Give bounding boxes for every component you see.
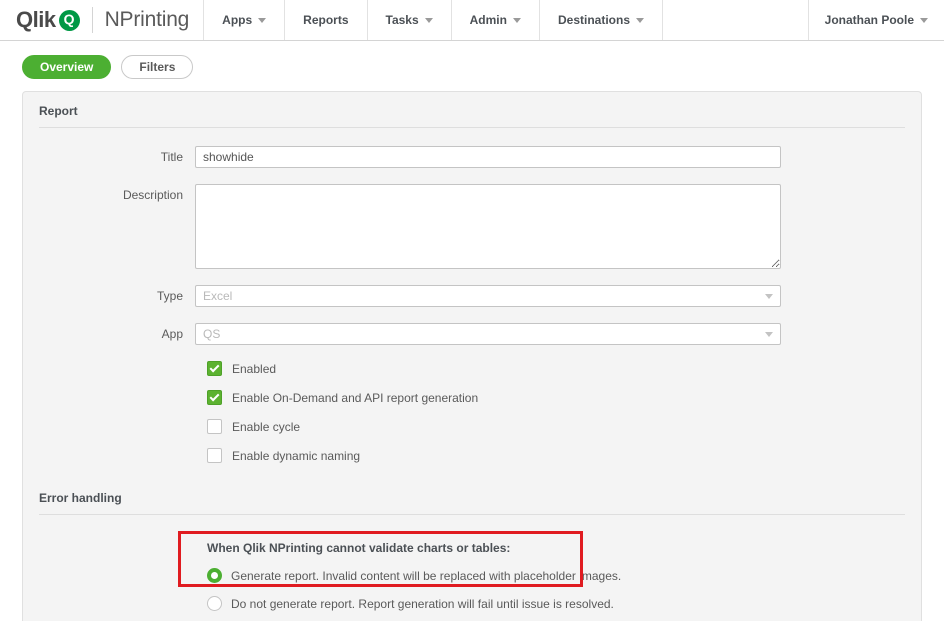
nav-item-admin[interactable]: Admin [450, 0, 539, 40]
error-handling-body: When Qlik NPrinting cannot validate char… [23, 515, 921, 611]
checkbox-enable-cycle[interactable] [207, 419, 222, 434]
app-row: App QS [23, 323, 921, 345]
radio-generate-report-label: Generate report. Invalid content will be… [231, 568, 622, 583]
checkbox-row-dynamic-naming[interactable]: Enable dynamic naming [23, 448, 921, 463]
top-navigation-bar: Qlik Q NPrinting Apps Reports Tasks Admi… [0, 0, 944, 41]
type-row: Type Excel [23, 285, 921, 307]
nav-item-apps-label: Apps [222, 13, 253, 27]
user-name-label: Jonathan Poole [824, 13, 914, 27]
checkbox-row-cycle[interactable]: Enable cycle [23, 419, 921, 434]
user-menu[interactable]: Jonathan Poole [807, 0, 944, 40]
description-label: Description [122, 188, 183, 202]
checkbox-on-demand-api-label: Enable On-Demand and API report generati… [232, 390, 479, 405]
title-label: Title [160, 150, 183, 164]
type-select-value: Excel [203, 289, 233, 303]
tab-filters[interactable]: Filters [121, 55, 194, 79]
title-input[interactable] [195, 146, 781, 168]
tab-overview[interactable]: Overview [22, 55, 112, 79]
checkbox-enabled-label: Enabled [232, 361, 277, 376]
report-settings-panel: Report Title Description Type Excel App … [22, 91, 922, 621]
radio-do-not-generate-report[interactable] [207, 596, 222, 611]
chevron-down-icon [512, 17, 521, 23]
brand-divider [91, 7, 93, 33]
nav-item-destinations[interactable]: Destinations [538, 0, 663, 40]
report-form: Title Description Type Excel App QS Enab… [23, 128, 921, 463]
tab-bar: Overview Filters [0, 41, 944, 79]
app-select-value: QS [203, 327, 221, 341]
nav-item-reports-label: Reports [303, 13, 349, 27]
error-handling-section-title: Error handling [39, 491, 122, 505]
checkbox-row-on-demand[interactable]: Enable On-Demand and API report generati… [23, 390, 921, 405]
description-row: Description [23, 184, 921, 269]
type-label: Type [156, 289, 183, 303]
checkbox-on-demand-api[interactable] [207, 390, 222, 405]
main-nav: Apps Reports Tasks Admin Destinations [203, 0, 663, 40]
nav-item-tasks-label: Tasks [385, 13, 419, 27]
radio-do-not-generate-report-label: Do not generate report. Report generatio… [231, 596, 614, 611]
nav-item-reports[interactable]: Reports [284, 0, 366, 40]
checkbox-dynamic-naming-label: Enable dynamic naming [232, 448, 361, 463]
radio-row-do-not-generate[interactable]: Do not generate report. Report generatio… [23, 596, 921, 611]
qlik-wordmark: Qlik [16, 7, 56, 32]
app-label: App [161, 327, 183, 341]
qlik-logo-letter: Q [63, 11, 75, 27]
app-select[interactable]: QS [195, 323, 781, 345]
nav-item-apps[interactable]: Apps [203, 0, 284, 40]
title-row: Title [23, 146, 921, 168]
chevron-down-icon [258, 17, 267, 23]
description-textarea[interactable] [195, 184, 781, 269]
chevron-down-icon [765, 331, 773, 337]
qlik-logo-icon: Q [58, 9, 80, 31]
nav-item-admin-label: Admin [469, 13, 507, 27]
radio-row-generate-report[interactable]: Generate report. Invalid content will be… [23, 568, 921, 583]
chevron-down-icon [765, 293, 773, 299]
checkbox-row-enabled[interactable]: Enabled [23, 361, 921, 376]
checkbox-enabled[interactable] [207, 361, 222, 376]
chevron-down-icon [920, 17, 928, 23]
checkbox-enable-cycle-label: Enable cycle [232, 419, 301, 434]
radio-generate-report[interactable] [207, 568, 222, 583]
product-name: NPrinting [104, 8, 190, 31]
error-handling-prompt: When Qlik NPrinting cannot validate char… [207, 541, 511, 555]
chevron-down-icon [424, 17, 433, 23]
checkbox-dynamic-naming[interactable] [207, 448, 222, 463]
type-select[interactable]: Excel [195, 285, 781, 307]
nav-item-destinations-label: Destinations [557, 13, 630, 27]
report-section-title: Report [39, 104, 78, 118]
chevron-down-icon [636, 17, 644, 23]
brand-logo[interactable]: Qlik Q NPrinting [0, 0, 203, 40]
nav-item-tasks[interactable]: Tasks [366, 0, 451, 40]
